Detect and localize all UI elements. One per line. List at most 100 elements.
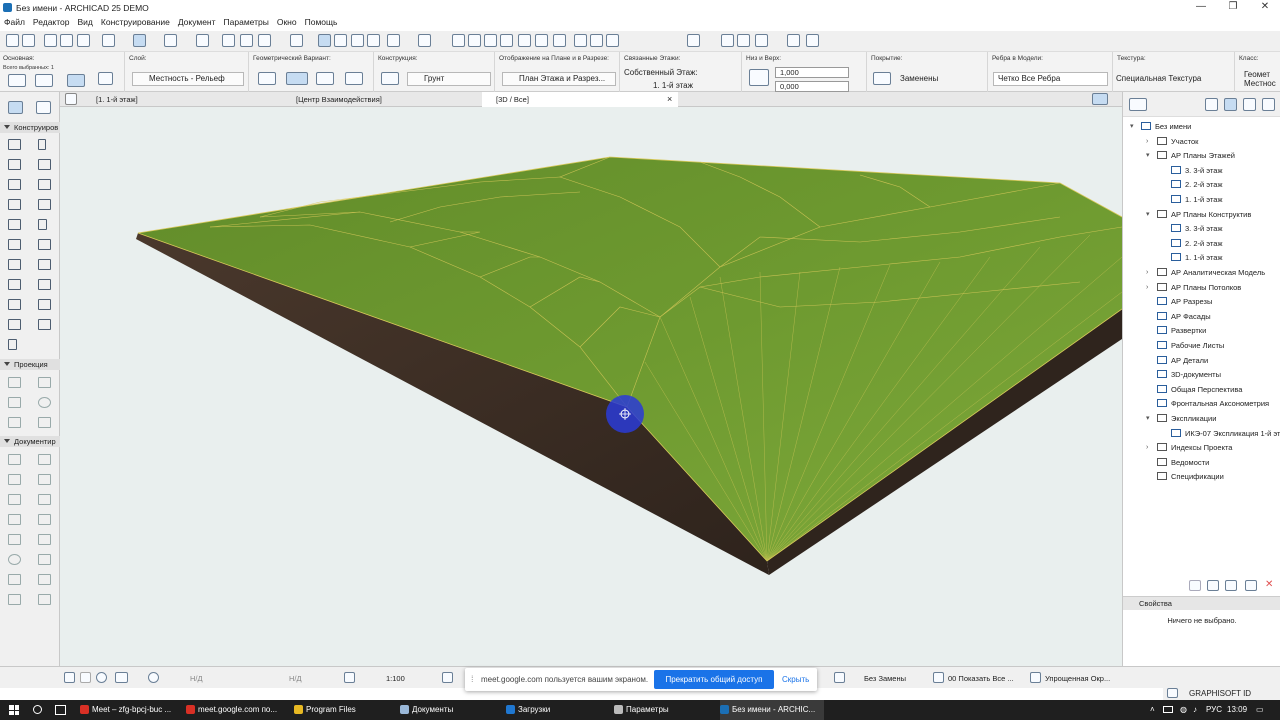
polyline-tool-icon[interactable] [38, 554, 51, 565]
keyboard-language[interactable]: РУС [1206, 700, 1222, 720]
taskbar-app[interactable]: Без имени - ARCHIC... [720, 700, 824, 720]
zone-tool-icon[interactable] [38, 259, 51, 270]
graphisoft-id[interactable]: GRAPHISOFT ID [1163, 688, 1280, 700]
navigator-item[interactable]: Развертки [1157, 325, 1206, 337]
windows-start-icon[interactable] [9, 705, 19, 715]
wall-tool-icon[interactable] [8, 139, 21, 150]
geometry-slope-icon[interactable] [286, 72, 308, 85]
navigator-item[interactable]: › Участок [1146, 136, 1198, 148]
fill-tool-icon[interactable] [8, 534, 21, 545]
taskbar-app[interactable]: Документы [400, 700, 504, 720]
markup-icon[interactable] [590, 34, 603, 47]
trace-icon[interactable] [318, 34, 331, 47]
zoom-undo-icon[interactable] [64, 672, 75, 683]
navigator-item[interactable]: ИКЭ-07 Экспликация 1-й этаж [1171, 428, 1280, 440]
redo-icon[interactable] [22, 34, 35, 47]
text-tool-icon[interactable] [8, 494, 21, 505]
door-tool-icon[interactable] [38, 219, 47, 230]
status-nd-1[interactable]: Н/Д [190, 674, 203, 683]
expand-toggle-icon[interactable]: ▾ [1146, 413, 1150, 425]
3d-viewport[interactable] [60, 107, 1123, 666]
grid-element-tool-icon[interactable] [38, 514, 51, 525]
ruler-icon[interactable] [102, 34, 115, 47]
scissors-icon[interactable] [452, 34, 465, 47]
publisher-icon[interactable] [737, 34, 750, 47]
expand-toggle-icon[interactable]: › [1146, 442, 1148, 454]
save-view-icon[interactable] [1225, 580, 1237, 591]
dimension-tool-icon[interactable] [8, 454, 21, 465]
object-tool-icon[interactable] [8, 259, 21, 270]
compare-icon[interactable] [334, 34, 347, 47]
section-tool-icon[interactable] [8, 377, 21, 388]
spot-elevation-tool-icon[interactable] [8, 514, 21, 525]
layouts-icon[interactable] [755, 34, 768, 47]
adjust-icon[interactable] [518, 34, 531, 47]
roof-tool-icon[interactable] [8, 179, 21, 190]
navigator-item[interactable]: АР Детали [1157, 355, 1208, 367]
expand-toggle-icon[interactable]: › [1146, 282, 1148, 294]
navigator-item[interactable]: 3. 3-й этаж [1171, 223, 1222, 235]
slab-tool-icon[interactable] [38, 159, 51, 170]
texture-value[interactable]: Специальная Текстура [1116, 74, 1201, 83]
teamwork-icon[interactable] [687, 34, 700, 47]
spline-tool-icon[interactable] [8, 574, 21, 585]
layout-icon[interactable] [367, 34, 380, 47]
change-tool-icon[interactable] [38, 417, 51, 428]
figure-tool-icon[interactable] [8, 594, 21, 605]
eyedropper-icon[interactable] [60, 34, 73, 47]
tab-3d-view[interactable]: [3D / Все] × [482, 92, 678, 107]
minimize-button[interactable]: — [1186, 0, 1216, 15]
toolbox-section-document[interactable]: Документир [0, 436, 60, 447]
menu-edit[interactable]: Редактор [33, 17, 70, 27]
arrow-tool-icon[interactable] [8, 101, 23, 114]
taskbar-app[interactable]: Загрузки [506, 700, 610, 720]
properties-header[interactable]: Свойства [1123, 597, 1280, 610]
bottom-field[interactable]: 0,000 [775, 81, 849, 92]
window-tool-icon[interactable] [8, 239, 21, 250]
clock[interactable]: 13:09 [1227, 700, 1247, 720]
notification-icon[interactable]: ▭ [1256, 700, 1264, 720]
publisher-sets-icon[interactable] [1262, 98, 1275, 111]
morph-tool-icon[interactable] [8, 319, 21, 330]
intersect-icon[interactable] [553, 34, 566, 47]
battery-icon[interactable] [1163, 706, 1173, 713]
class-value-line2[interactable]: Местнос [1244, 79, 1276, 88]
override-value[interactable]: Без Замены [864, 674, 906, 683]
taskbar-app[interactable]: meet.google.com по... [186, 700, 290, 720]
snap-guides-icon[interactable] [133, 34, 146, 47]
settings-icon[interactable] [8, 74, 26, 87]
offset-icon[interactable] [500, 34, 513, 47]
beam-tool-icon[interactable] [8, 159, 21, 170]
expand-toggle-icon[interactable]: ▾ [1130, 121, 1134, 133]
navigator-menu-icon[interactable] [1129, 98, 1147, 111]
expand-toggle-icon[interactable]: › [1146, 136, 1148, 148]
surface-icon[interactable] [873, 72, 891, 85]
settings-view-icon[interactable] [1245, 580, 1257, 591]
task-view-icon[interactable] [55, 705, 66, 715]
split-icon[interactable] [535, 34, 548, 47]
navigator-item[interactable]: АР Фасады [1157, 311, 1211, 323]
menu-document[interactable]: Документ [178, 17, 216, 27]
syringe-icon[interactable] [77, 34, 90, 47]
navigator-item[interactable]: ▾ АР Планы Этажей [1146, 150, 1235, 162]
mesh-tool-icon[interactable] [8, 279, 21, 290]
taskbar-app[interactable]: Meet – zfg-bpcj-buc ... [80, 700, 184, 720]
menu-options[interactable]: Параметры [224, 17, 269, 27]
tab-close-icon[interactable]: × [667, 92, 672, 107]
hotspot-tool-icon[interactable] [38, 574, 51, 585]
flag-icon[interactable] [574, 34, 587, 47]
expand-toggle-icon[interactable]: ▾ [1146, 150, 1150, 162]
layer-combination-icon[interactable] [442, 672, 453, 683]
toolbox-section-design[interactable]: Конструиров [0, 122, 60, 133]
navigator-item[interactable]: ▾ Экспликации [1146, 413, 1216, 425]
mirror-icon[interactable] [222, 34, 235, 47]
worksheet-tool-icon[interactable] [38, 397, 51, 408]
show-all-value[interactable]: 00 Показать Все ... [948, 674, 1014, 683]
clone-view-icon[interactable] [1207, 580, 1219, 591]
lock-icon[interactable] [290, 34, 303, 47]
navigator-item[interactable]: Общая Перспектива [1157, 384, 1242, 396]
zoom-redo-icon[interactable] [80, 672, 91, 683]
3d-view-icon[interactable] [387, 34, 400, 47]
close-views-icon[interactable] [351, 34, 364, 47]
layout-book-icon[interactable] [1243, 98, 1256, 111]
